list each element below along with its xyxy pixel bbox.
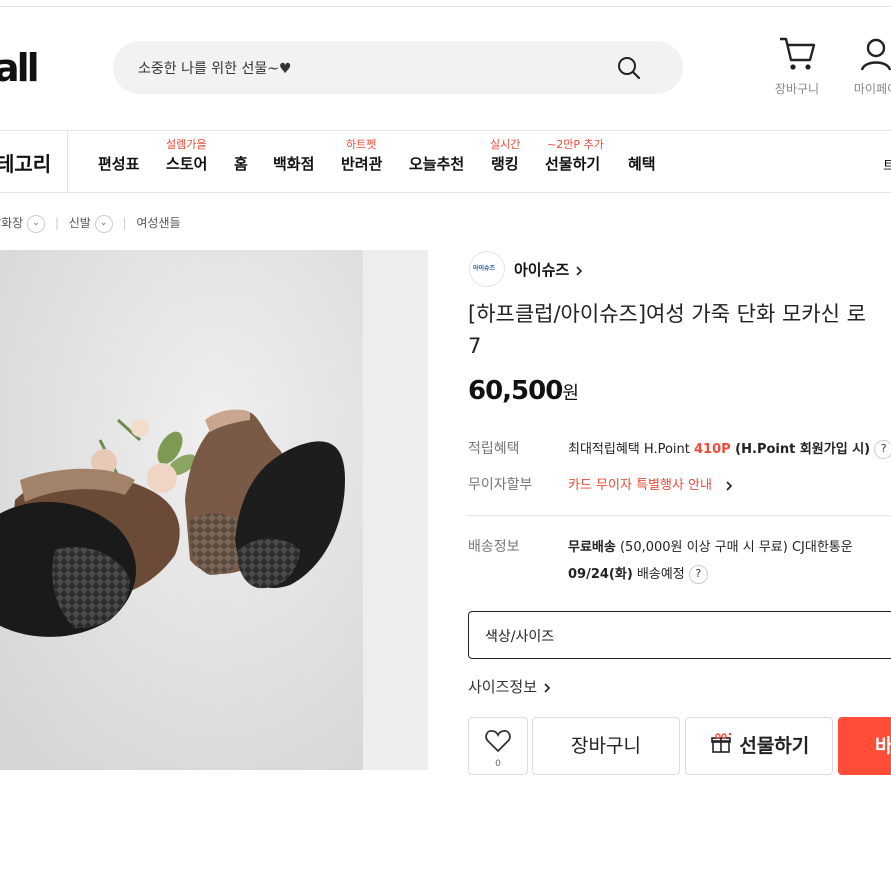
info-divider [468, 515, 891, 516]
shipping-label: 배송정보 [468, 539, 520, 555]
nav-item-store[interactable]: 스토어 [166, 153, 207, 174]
rewards-prefix: 최대적립혜택 H.Point [568, 442, 694, 457]
buy-now-button[interactable]: 바 [838, 717, 891, 775]
nav-item-gift[interactable]: 선물하기 [545, 153, 600, 174]
nav-item-overflow[interactable]: 트 [883, 155, 891, 174]
breadcrumb-separator: | [54, 216, 59, 230]
shipping-free: 무료배송 [568, 540, 616, 555]
heart-icon [469, 729, 527, 758]
gift-icon [709, 732, 740, 757]
size-info-label: 사이즈정보 [468, 678, 538, 696]
price-value: 60,500 [468, 376, 563, 406]
product-title-line2: 7 [468, 334, 482, 358]
brand-logo[interactable]: 아이슈즈 [469, 251, 505, 287]
nav-item-today[interactable]: 오늘추천 [409, 153, 464, 174]
product-price: 60,500원 [468, 376, 579, 406]
size-info-link[interactable]: 사이즈정보 [468, 676, 552, 697]
brand-logo-text: 아이슈즈 [473, 265, 496, 272]
mypage-link[interactable]: 마이페이 [846, 36, 891, 97]
installment-link[interactable]: 카드 무이자 특별행사 안내 [568, 474, 734, 493]
nav-badge-ranking: 실시간 [490, 138, 521, 151]
add-to-cart-button[interactable]: 장바구니 [532, 717, 680, 775]
like-button[interactable]: 0 [468, 717, 528, 775]
nav-badge-gift: ~2만P 추가 [547, 138, 604, 151]
cart-icon [778, 37, 816, 76]
chevron-right-icon [724, 478, 734, 493]
breadcrumb-item-3[interactable]: 여성샌들 [136, 216, 180, 230]
like-count: 0 [495, 759, 501, 769]
price-unit: 원 [562, 383, 579, 404]
breadcrumb-separator: | [122, 216, 127, 230]
breadcrumb-item-1[interactable]: 패션잡화장 [0, 216, 23, 230]
brand-name: 아이슈즈 [514, 261, 570, 279]
installment-label: 무이자할부 [468, 477, 533, 493]
cart-link[interactable]: 장바구니 [770, 36, 824, 97]
shipping-date: 09/24(화) [568, 567, 633, 582]
shipping-detail: (50,000원 이상 구매 시 무료) CJ대한통운 [615, 540, 853, 555]
shipping-value: 무료배송 (50,000원 이상 구매 시 무료) CJ대한통운 [568, 536, 853, 555]
mypage-label: 마이페이 [853, 82, 891, 96]
nav-item-benefits[interactable]: 혜택 [628, 153, 656, 174]
search-icon[interactable] [616, 55, 642, 85]
site-logo[interactable]: all [0, 46, 40, 90]
option-select-label: 색상/사이즈 [485, 629, 555, 645]
product-title-line1: [하프클럽/아이슈즈]여성 가죽 단화 모카신 로 [468, 302, 866, 326]
shipping-date-row: 09/24(화) 배송예정? [568, 563, 708, 584]
nav-bottom-divider [0, 192, 891, 193]
chevron-right-icon [574, 261, 584, 279]
shipping-date-suffix: 배송예정 [632, 567, 685, 582]
chevron-right-icon [542, 678, 552, 696]
product-image[interactable] [0, 250, 363, 770]
nav-badge-pet: 하트펫 [346, 138, 377, 151]
nav-badge-store: 설렘가을 [166, 138, 207, 151]
nav-item-ranking[interactable]: 랭킹 [491, 153, 519, 174]
nav-item-schedule[interactable]: 편성표 [98, 153, 139, 174]
user-icon [858, 38, 891, 76]
brand-link[interactable]: 아이슈즈 [514, 259, 584, 280]
rewards-points: 410P [693, 442, 731, 457]
question-icon[interactable]: ? [874, 440, 891, 459]
category-separator [67, 131, 68, 192]
rewards-value: 최대적립혜택 H.Point 410P (H.Point 회원가입 시)? [568, 438, 891, 459]
breadcrumb: 패션잡화장 ⌄ | 신발 ⌄ | 여성샌들 [0, 214, 181, 233]
installment-value: 카드 무이자 특별행사 안내 [568, 478, 712, 493]
chevron-down-icon[interactable]: ⌄ [94, 214, 113, 233]
nav-top-divider [0, 130, 891, 131]
top-divider [0, 6, 891, 7]
search-input[interactable]: 소중한 나를 위한 선물~♥ [138, 58, 292, 78]
question-icon[interactable]: ? [688, 565, 708, 584]
chevron-down-icon[interactable]: ⌄ [27, 214, 46, 233]
gift-button[interactable]: 선물하기 [685, 717, 833, 775]
gift-button-label: 선물하기 [739, 735, 810, 757]
cart-label: 장바구니 [774, 82, 820, 96]
breadcrumb-item-2[interactable]: 신발 [69, 216, 91, 230]
nav-item-pet[interactable]: 반려관 [341, 153, 382, 174]
category-menu[interactable]: 테고리 [0, 148, 51, 177]
nav-item-department[interactable]: 백화점 [273, 153, 314, 174]
rewards-suffix: (H.Point 회원가입 시) [730, 442, 871, 457]
option-select[interactable]: 색상/사이즈 [468, 611, 891, 659]
rewards-label: 적립혜택 [468, 441, 520, 457]
product-title: [하프클럽/아이슈즈]여성 가죽 단화 모카신 로 7 [468, 298, 866, 362]
nav-item-home[interactable]: 홈 [234, 153, 248, 174]
search-bar[interactable]: 소중한 나를 위한 선물~♥ [113, 41, 683, 94]
